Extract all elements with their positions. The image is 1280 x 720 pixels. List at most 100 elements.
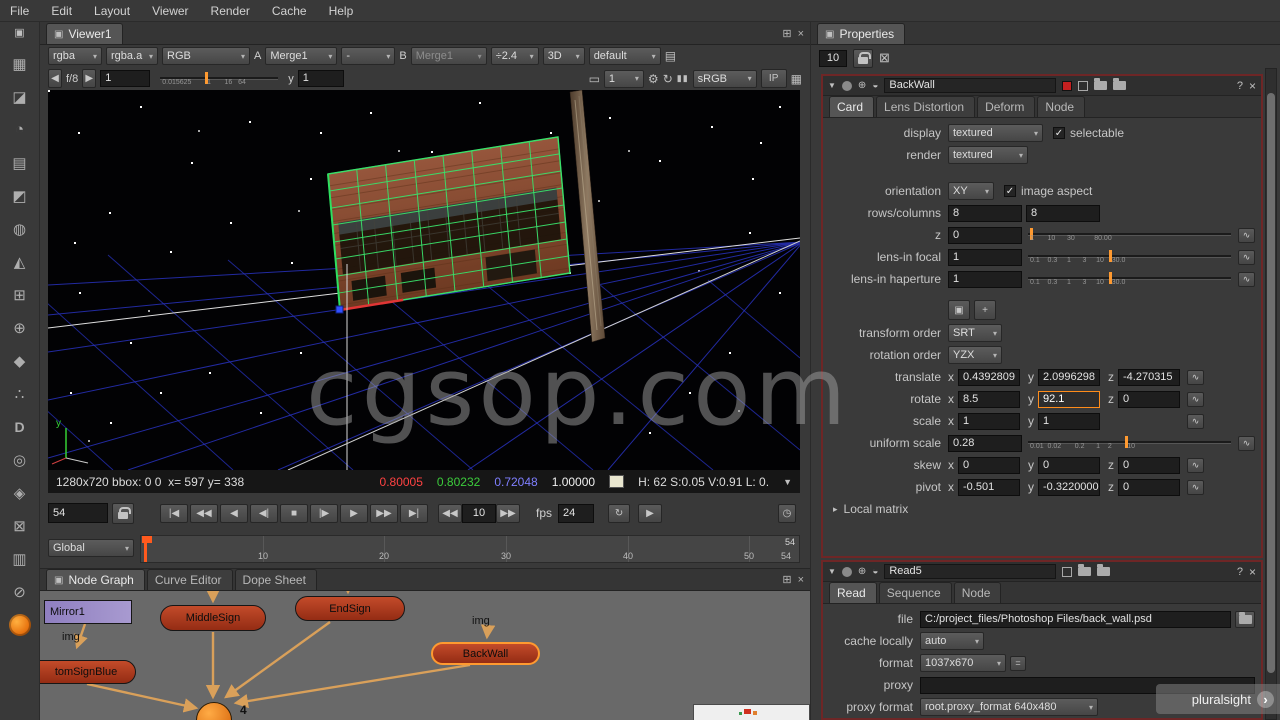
downrez-dropdown[interactable]: 1 ▾ (603, 69, 644, 88)
menu-help[interactable]: Help (318, 4, 365, 18)
node-color-icon[interactable] (841, 80, 852, 91)
help-icon[interactable]: ? (1237, 566, 1243, 578)
translate-y-field[interactable]: 2.0996298 (1038, 368, 1100, 386)
nodegraph-minimap[interactable] (693, 704, 810, 720)
lock-panels-button[interactable] (853, 48, 873, 68)
gl-color-swatch[interactable] (1062, 80, 1073, 91)
scale-x-field[interactable]: 1 (958, 412, 1020, 430)
properties-scrollbar[interactable] (1265, 68, 1277, 720)
format-dropdown[interactable]: 1037x670 ▾ (920, 654, 1006, 672)
animation-curve-icon[interactable]: ∿ (1238, 271, 1255, 287)
toolbar-icon-channel[interactable]: ▤ (12, 146, 26, 179)
node-color-icon[interactable] (841, 566, 852, 577)
render-dropdown[interactable]: textured ▾ (948, 146, 1028, 164)
loop-mode-button[interactable]: ↻ (608, 503, 631, 523)
frame-increment-field[interactable]: 10 (462, 503, 496, 523)
skip-back-button[interactable]: ◀◀ (438, 503, 462, 523)
pivot-y-field[interactable]: -0.3220000 (1038, 478, 1100, 496)
help-icon[interactable]: ? (1237, 80, 1243, 92)
play-button[interactable]: ▶ (340, 503, 368, 523)
range-mode-dropdown[interactable]: Global ▾ (48, 539, 134, 557)
next-keyframe-button[interactable]: ▶▶ (370, 503, 398, 523)
save-preset-icon[interactable] (1113, 78, 1127, 90)
toolbar-icon-color[interactable]: ◩ (12, 179, 26, 212)
lamp-icon[interactable]: ◒ (872, 566, 878, 577)
animation-curve-icon[interactable]: ∿ (1187, 479, 1204, 495)
rows-field[interactable]: 8 (948, 204, 1022, 222)
z-slider[interactable]: 1 10 30 80.00 (1028, 227, 1231, 243)
clear-panels-icon[interactable]: ⊠ (879, 50, 890, 66)
gain-slider[interactable]: 0.015625 1 16 64 (160, 71, 279, 87)
tab-deform[interactable]: Deform (977, 96, 1036, 117)
orientation-dropdown[interactable]: XY ▾ (948, 182, 994, 200)
node-name-field[interactable]: Read5 (884, 564, 1057, 579)
play-backward-button[interactable]: ◀ (220, 503, 248, 523)
stop-button[interactable]: ■ (280, 503, 308, 523)
selectable-checkbox[interactable]: ✓ (1053, 127, 1065, 139)
display-toggle-icon[interactable] (1062, 566, 1073, 577)
pivot-z-field[interactable]: 0 (1118, 478, 1180, 496)
float-panel-icon[interactable]: ⊞ (782, 573, 791, 586)
max-panels-field[interactable]: 10 (819, 49, 847, 67)
a-input-dropdown[interactable]: Merge1 ▾ (265, 47, 338, 65)
fps-field[interactable]: 24 (558, 503, 595, 523)
snap-translate-button[interactable]: + (974, 300, 996, 320)
proxy-scale-dropdown[interactable]: ÷2.4 ▾ (490, 47, 539, 65)
alpha-layer-dropdown[interactable]: rgba.a ▾ (106, 47, 158, 65)
pivot-x-field[interactable]: -0.501 (958, 478, 1020, 496)
format-equal-button[interactable]: = (1010, 655, 1026, 671)
gear-icon[interactable]: ⚙ (648, 72, 659, 86)
collapse-arrow-icon[interactable]: ▼ (828, 567, 836, 576)
close-properties-icon[interactable]: × (1249, 79, 1256, 93)
chevron-down-icon[interactable]: ▼ (783, 477, 792, 487)
image-aspect-checkbox[interactable]: ✓ (1004, 185, 1016, 197)
toolbar-icon-time[interactable]: ◔ (15, 113, 24, 146)
viewport-3d[interactable]: y (48, 90, 800, 470)
revert-icon[interactable] (1078, 564, 1092, 576)
tab-card[interactable]: Card (829, 96, 875, 117)
menu-file[interactable]: File (10, 4, 40, 18)
rotate-x-field[interactable]: 8.5 (958, 390, 1020, 408)
prev-keyframe-button[interactable]: ◀◀ (190, 503, 218, 523)
skew-x-field[interactable]: 0 (958, 456, 1020, 474)
proxy-format-dropdown[interactable]: root.proxy_format 640x480 ▾ (920, 698, 1098, 716)
goto-end-button[interactable]: ▶| (400, 503, 428, 523)
toolbar-icon-keyer[interactable]: ◭ (14, 245, 26, 278)
toolbar-icon-particles[interactable]: ∴ (15, 377, 25, 410)
columns-field[interactable]: 8 (1026, 204, 1100, 222)
frame-ruler[interactable]: 10 20 30 40 50 54 54 (140, 535, 800, 563)
toolbar-icon-3d[interactable]: ◆ (14, 344, 26, 377)
animation-curve-icon[interactable]: ∿ (1238, 227, 1255, 243)
animation-curve-icon[interactable]: ∿ (1187, 413, 1204, 429)
view-select-dropdown[interactable]: 3D ▾ (542, 47, 585, 65)
rotate-z-field[interactable]: 0 (1118, 390, 1180, 408)
menu-edit[interactable]: Edit (40, 4, 83, 18)
toolbar-icon-views[interactable]: ◎ (13, 443, 26, 476)
tab-curve-editor[interactable]: Curve Editor (146, 569, 233, 590)
toolbar-icon-metadata[interactable]: ◈ (14, 476, 26, 509)
gain-down-button[interactable]: ◀ (48, 69, 62, 88)
transform-order-dropdown[interactable]: SRT ▾ (948, 324, 1002, 342)
close-properties-icon[interactable]: × (1249, 565, 1256, 579)
cache-locally-dropdown[interactable]: auto ▾ (920, 632, 984, 650)
tab-node[interactable]: Node (1037, 96, 1086, 117)
revert-icon[interactable] (1094, 78, 1108, 90)
layer-dropdown[interactable]: rgba ▾ (48, 47, 102, 65)
tab-dope-sheet[interactable]: Dope Sheet (234, 569, 317, 590)
node-mirror1[interactable]: Mirror1 (44, 600, 132, 624)
tab-lens-distortion[interactable]: Lens Distortion (876, 96, 976, 117)
gamma-field[interactable]: 1 (297, 70, 344, 87)
tab-viewer1[interactable]: ▣ Viewer1 (46, 23, 123, 44)
channels-dropdown[interactable]: RGB ▾ (162, 47, 250, 65)
current-frame-field[interactable]: 54 (48, 503, 108, 523)
uniform-scale-slider[interactable]: 0.01 0.02 0.2 1 2 10 (1028, 435, 1231, 451)
float-panel-icon[interactable]: ⊞ (782, 27, 791, 40)
tab-node-graph[interactable]: ▣ Node Graph (46, 569, 145, 590)
toolbar-icon-script[interactable]: ⊘ (13, 575, 26, 608)
monitor-icon[interactable]: ▭ (589, 72, 600, 86)
node-bottomsignblue[interactable]: tomSignBlue (40, 660, 136, 684)
lamp-icon[interactable]: ◒ (872, 80, 878, 91)
toolbar-icon-draw[interactable]: ◪ (12, 80, 26, 113)
toolbar-icon-other[interactable]: ▥ (12, 542, 26, 575)
gain-up-button[interactable]: ▶ (82, 69, 97, 88)
